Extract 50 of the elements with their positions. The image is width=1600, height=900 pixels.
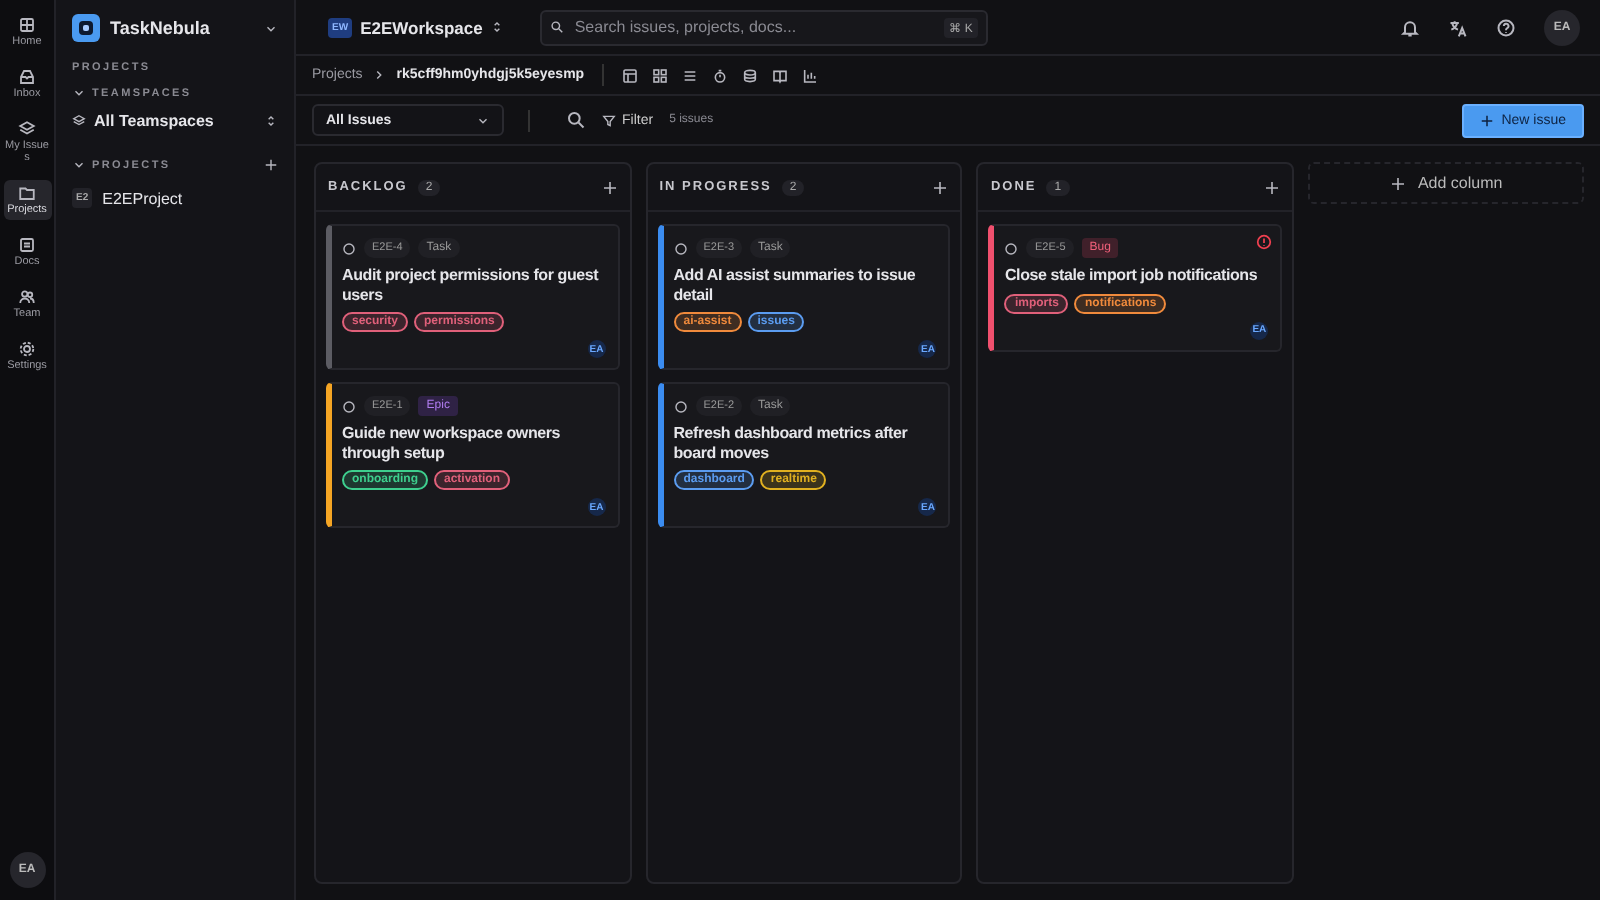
grid-icon[interactable] xyxy=(652,67,669,83)
up-down-chevron-icon xyxy=(490,20,505,34)
folder-icon xyxy=(18,184,36,203)
people-icon xyxy=(18,288,36,307)
logo-icon xyxy=(72,14,100,42)
issue-title: Guide new workspace owners through setup xyxy=(342,424,563,463)
plus-icon[interactable] xyxy=(601,179,618,195)
add-column-button[interactable]: Add column xyxy=(1308,162,1584,204)
plus-icon xyxy=(1479,113,1494,127)
help-icon[interactable] xyxy=(1496,17,1516,37)
status-circle-icon xyxy=(1004,241,1019,255)
stack-icon xyxy=(72,114,86,128)
teamspace-selector[interactable]: All Teamspaces xyxy=(94,112,256,130)
issue-title: Close stale import job notifications xyxy=(1004,266,1260,286)
plus-icon[interactable] xyxy=(932,179,949,195)
chevron-down-icon xyxy=(72,158,86,172)
workspace-name[interactable]: E2EWorkspace xyxy=(360,17,483,37)
bell-icon[interactable] xyxy=(1400,17,1420,37)
chevron-down-icon xyxy=(72,86,86,100)
status-circle-icon xyxy=(342,241,356,255)
issue-title: Add AI assist summaries to issue detail xyxy=(673,266,918,305)
home-icon xyxy=(18,16,36,34)
search-icon xyxy=(550,20,565,34)
document-icon xyxy=(18,236,36,255)
database-icon[interactable] xyxy=(742,67,759,83)
project-item[interactable]: E2EProject xyxy=(102,189,183,207)
filter-icon xyxy=(602,113,616,127)
book-icon[interactable] xyxy=(772,67,789,83)
chart-icon[interactable] xyxy=(802,67,819,83)
layout-icon[interactable] xyxy=(622,67,639,83)
chevron-down-icon xyxy=(264,21,278,35)
status-circle-icon xyxy=(673,241,688,255)
status-circle-icon xyxy=(673,399,688,414)
chevron-down-icon xyxy=(476,113,490,127)
chevron-right-icon xyxy=(372,68,387,82)
issue-title: Audit project permissions for guest users xyxy=(342,266,601,305)
inbox-icon xyxy=(18,68,36,87)
translate-icon[interactable] xyxy=(1448,17,1468,37)
plus-icon[interactable] xyxy=(1264,179,1281,195)
brand-name: TaskNebula xyxy=(110,18,212,38)
issue-title: Refresh dashboard metrics after board moves xyxy=(673,424,910,463)
up-down-chevron-icon xyxy=(264,114,278,128)
search-icon[interactable] xyxy=(566,110,586,130)
list-icon[interactable] xyxy=(682,67,699,83)
plus-icon xyxy=(1389,175,1406,191)
status-circle-icon xyxy=(342,399,356,414)
plus-icon[interactable] xyxy=(264,158,278,172)
stack-icon xyxy=(18,120,36,139)
settings-icon xyxy=(18,340,36,359)
timer-icon[interactable] xyxy=(712,67,729,83)
